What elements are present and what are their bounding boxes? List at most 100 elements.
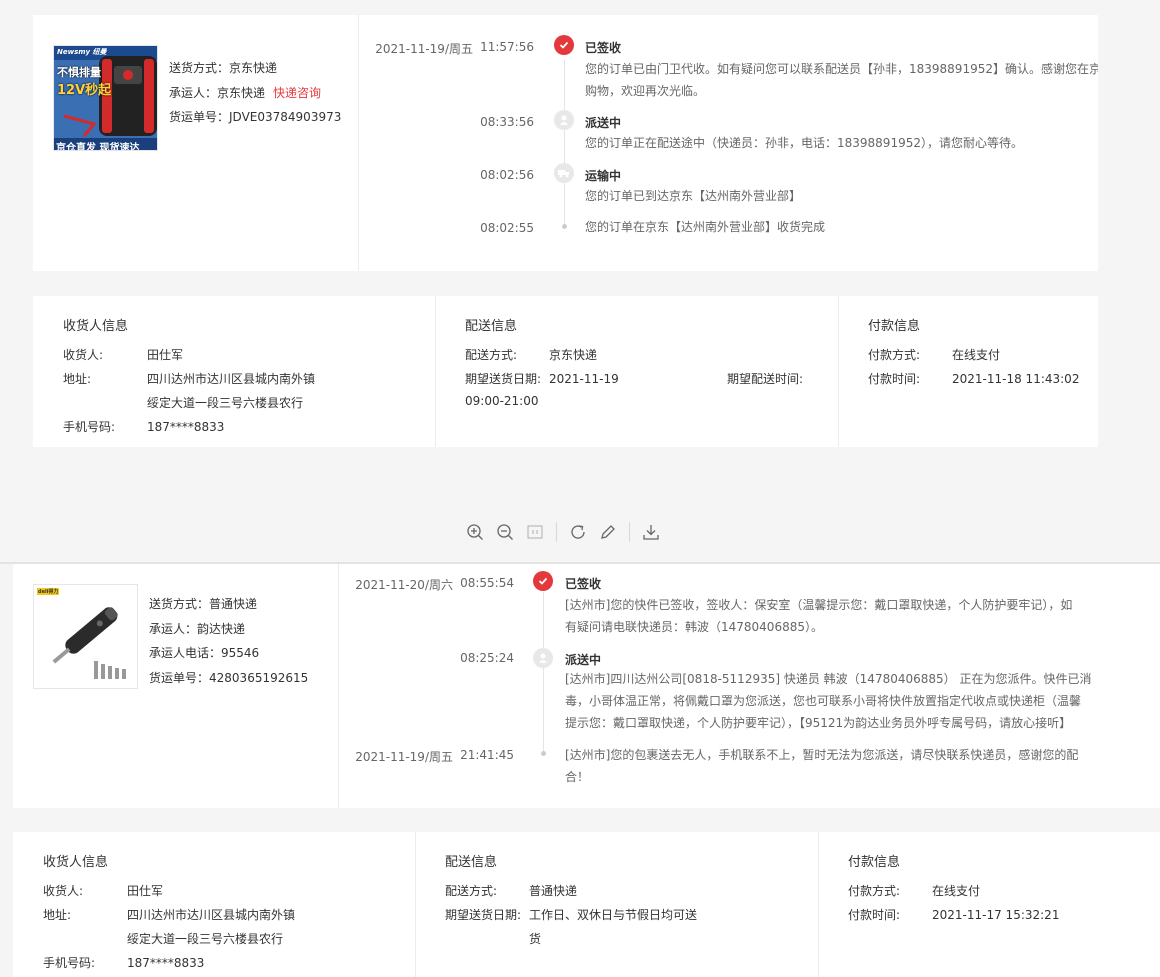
payment-title: 付款信息 <box>848 855 901 870</box>
receiver-column: 收货人信息 收货人: 田仕军 地址: 四川达州市达川区县城内南外镇 绥定大道一段三号… <box>13 832 416 977</box>
fit-icon[interactable] <box>520 517 550 547</box>
delivery-method-row: 配送方式: 京东快递 <box>465 346 597 363</box>
delivery-time-label: 期望配送时间: <box>727 372 804 386</box>
label: 地址: <box>43 908 72 922</box>
image-viewer-toolbar <box>460 516 666 548</box>
label: 付款方式: <box>848 884 901 898</box>
receiver-address: 绥定大道一段三号六楼县农行 <box>127 932 284 946</box>
rotate-icon[interactable] <box>563 517 593 547</box>
timeline-status: 已签收 <box>565 577 602 591</box>
payment-time: 2021-11-18 11:43:02 <box>952 372 1080 386</box>
timeline-text: 毒，小哥体温正常，将佩戴口罩为您派送，您也可联系小哥将快件放置指定代收点或快递柜… <box>565 694 1082 708</box>
order1-tracking-card: Newsmy 纽曼 不惧排量 12V秒起 京仓直发 现货速达 送货方式：京东快递… <box>33 15 1098 271</box>
carrier-row: 承运人：韵达快递 <box>149 617 308 642</box>
order2-info-card: 收货人信息 收货人: 田仕军 地址: 四川达州市达川区县城内南外镇 绥定大道一段三号… <box>13 832 1160 977</box>
shipping-method-value: 京东快递 <box>229 61 278 75</box>
order2-tracking-card: deli得力 送货方式：普通快递 承运人：韵达快递 承运人电话：95546 货运… <box>13 564 1160 808</box>
delivery-title: 配送信息 <box>445 855 498 870</box>
tracking-number: 4280365192615 <box>209 670 309 685</box>
carrier-phone: 95546 <box>221 646 260 660</box>
delivery-date-line2: 货 <box>529 932 542 946</box>
product-brand-text: Newsmy 纽曼 <box>57 48 107 56</box>
delivery-date-row: 期望送货日期: 工作日、双休日与节假日均可送 <box>445 906 697 923</box>
label: 送货方式： <box>149 597 210 611</box>
label: 付款方式: <box>868 348 921 362</box>
receiver-name-row: 收货人: 田仕军 <box>63 346 183 363</box>
receiver-address-line2: 绥定大道一段三号六楼县农行 <box>127 930 283 947</box>
receiver-address: 四川达州市达川区县城内南外镇 <box>127 908 296 922</box>
label: 收货人: <box>43 884 84 898</box>
timeline-time: 08:55:54 <box>460 576 514 590</box>
payment-time-row: 付款时间: 2021-11-17 15:32:21 <box>848 906 1059 923</box>
tracking-row: 货运单号：JDVE03784903973 <box>169 105 341 130</box>
timeline-text: 您的订单正在配送途中（快递员：孙非，电话：18398891952），请您耐心等待… <box>585 136 1023 150</box>
receiver-name-row: 收货人: 田仕军 <box>43 882 163 899</box>
label: 承运人电话： <box>149 646 222 660</box>
order1-shipping-info: 送货方式：京东快递 承运人：京东快递 快递咨询 货运单号：JDVE03784903… <box>169 56 341 130</box>
delivery-time: 09:00-21:00 <box>465 394 539 408</box>
label: 承运人： <box>169 85 218 100</box>
label: 付款时间: <box>848 908 901 922</box>
timeline-time: 08:25:24 <box>460 651 514 665</box>
payment-method: 在线支付 <box>932 884 981 898</box>
label: 配送方式: <box>445 884 498 898</box>
product-footer-text: 京仓直发 现货速达 <box>56 143 140 151</box>
label: 收货人: <box>63 348 104 362</box>
receiver-phone-row: 手机号码: 187****8833 <box>43 954 204 971</box>
timeline-text: [达州市]您的包裹送去无人，手机联系不上，暂时无法为您派送，请尽快联系快递员，感… <box>565 748 1079 762</box>
carrier-phone-row: 承运人电话：95546 <box>149 641 308 666</box>
receiver-name: 田仕军 <box>147 348 184 362</box>
edit-icon[interactable] <box>593 517 623 547</box>
download-icon[interactable] <box>636 517 666 547</box>
dot-icon <box>541 751 546 756</box>
payment-column: 付款信息 付款方式: 在线支付 付款时间: 2021-11-17 15:32:21 <box>819 832 1160 977</box>
toolbar-divider <box>556 522 557 542</box>
delivery-date: 2021-11-19 <box>549 372 619 386</box>
receiver-phone-row: 手机号码: 187****8833 <box>63 418 224 435</box>
truck-icon <box>554 163 574 183</box>
carrier-value: 京东快递 <box>217 85 266 100</box>
timeline-text: [达州市]四川达州公司[0818-5112935] 快递员 韩波（1478040… <box>565 672 1092 686</box>
receiver-address-row: 地址: 四川达州市达川区县城内南外镇 <box>63 370 315 387</box>
shipping-method-value: 普通快递 <box>209 597 258 611</box>
timeline-date: 2021-11-19/周五 <box>355 750 453 764</box>
payment-time: 2021-11-17 15:32:21 <box>932 908 1060 922</box>
screwdriver-image <box>34 585 137 688</box>
order1-product-image[interactable]: Newsmy 纽曼 不惧排量 12V秒起 京仓直发 现货速达 <box>53 45 158 151</box>
label: 配送方式: <box>465 348 518 362</box>
zoom-in-icon[interactable] <box>460 517 490 547</box>
order2-shipping-info: 送货方式：普通快递 承运人：韵达快递 承运人电话：95546 货运单号：4280… <box>149 592 308 690</box>
jump-starter-image <box>54 46 157 150</box>
timeline-text: 您的订单已由门卫代收。如有疑问您可以联系配送员【孙非，18398891952】确… <box>585 62 1098 76</box>
timeline-status: 派送中 <box>585 116 622 130</box>
receiver-title: 收货人信息 <box>63 319 129 334</box>
timeline-text: 合！ <box>565 770 590 784</box>
receiver-address: 四川达州市达川区县城内南外镇 <box>147 372 316 386</box>
receiver-address-line2: 绥定大道一段三号六楼县农行 <box>147 394 303 411</box>
payment-column: 付款信息 付款方式: 在线支付 付款时间: 2021-11-18 11:43:02 <box>839 296 1098 447</box>
product-slogan-1: 不惧排量 <box>57 66 101 79</box>
delivery-method: 普通快递 <box>529 884 578 898</box>
delivery-method-row: 配送方式: 普通快递 <box>445 882 577 899</box>
label: 送货方式： <box>169 61 230 75</box>
label: 货运单号： <box>149 670 210 685</box>
label: 地址: <box>63 372 92 386</box>
label: 手机号码: <box>43 956 96 970</box>
timeline-time: 08:02:56 <box>480 168 534 182</box>
carrier-row: 承运人：京东快递 快递咨询 <box>169 81 341 106</box>
delivery-title: 配送信息 <box>465 319 518 334</box>
zoom-out-icon[interactable] <box>490 517 520 547</box>
timeline-text: 有疑问请电联快递员：韩波（14780406885）。 <box>565 620 823 634</box>
label: 期望送货日期: <box>445 908 522 922</box>
toolbar-divider <box>629 522 630 542</box>
timeline-text: 您的订单在京东【达州南外营业部】收货完成 <box>585 220 826 234</box>
timeline-status: 派送中 <box>565 653 602 667</box>
express-consult-link[interactable]: 快递咨询 <box>273 86 321 100</box>
delivery-date: 工作日、双休日与节假日均可送 <box>529 908 698 922</box>
delivery-column: 配送信息 配送方式: 普通快递 期望送货日期: 工作日、双休日与节假日均可送 货 <box>416 832 819 977</box>
timeline-date: 2021-11-19/周五 <box>375 42 473 56</box>
receiver-phone: 187****8833 <box>127 956 205 970</box>
courier-icon <box>554 110 574 130</box>
timeline-line <box>564 60 565 225</box>
order2-product-image[interactable]: deli得力 <box>33 584 138 689</box>
